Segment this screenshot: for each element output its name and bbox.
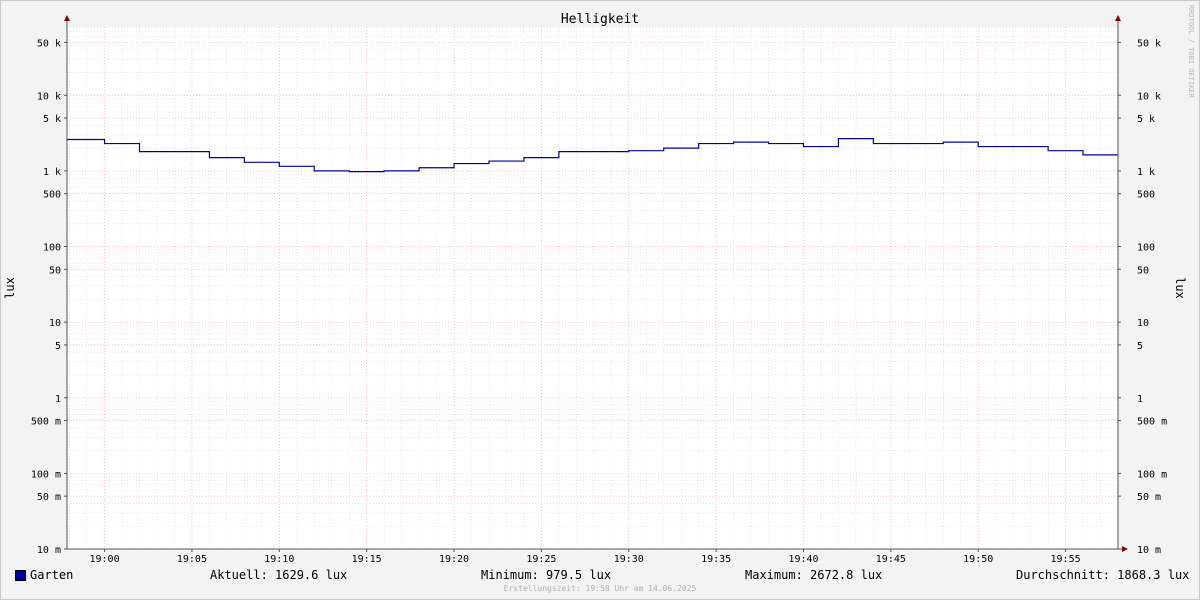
y-axis-arrow-right	[1115, 15, 1121, 21]
x-tick-label: 19:45	[876, 554, 906, 565]
y-tick-label-right: 5 k	[1137, 114, 1155, 125]
x-tick-label: 19:10	[264, 554, 294, 565]
x-tick-label: 19:35	[701, 554, 731, 565]
legend-current: Aktuell: 1629.6 lux	[210, 568, 348, 582]
legend-swatch	[15, 570, 26, 581]
y-tick-label-left: 50 m	[37, 492, 61, 503]
footer-timestamp: Erstellungszeit: 19:58 Uhr am 14.06.2025	[503, 584, 697, 593]
legend-maximum: Maximum: 2672.8 lux	[745, 568, 883, 582]
plot-area	[67, 27, 1118, 549]
y-tick-label-left: 100	[43, 243, 61, 254]
y-tick-label-left: 5	[55, 341, 61, 352]
watermark: RRDTOOL / TOBI OETIKER	[1187, 5, 1195, 99]
y-tick-label-right: 50	[1137, 265, 1149, 276]
y-tick-label-left: 50 k	[37, 38, 61, 49]
y-tick-label-right: 5	[1137, 341, 1143, 352]
y-tick-label-left: 10 k	[37, 91, 61, 102]
y-tick-label-left: 5 k	[43, 114, 61, 125]
x-tick-label: 19:40	[788, 554, 818, 565]
x-tick-label: 19:15	[352, 554, 382, 565]
y-tick-label-right: 100 m	[1137, 469, 1167, 480]
y-tick-label-left: 1	[55, 394, 61, 405]
legend-series-name: Garten	[30, 568, 74, 582]
legend-average: Durchschnitt: 1868.3 lux	[1016, 568, 1190, 582]
y-tick-label-left: 10 m	[37, 545, 61, 556]
x-tick-label: 19:25	[526, 554, 556, 565]
chart-svg: 50 k 50 k 10 k 10 k 5 k 5 k 1 k 1 k 500 500 100 100…	[3, 5, 1195, 565]
y-tick-label-right: 50 k	[1137, 38, 1161, 49]
y-tick-label-left: 500	[43, 190, 61, 201]
x-tick-label: 19:30	[614, 554, 644, 565]
y-tick-label-left: 500 m	[31, 417, 61, 428]
y-tick-label-right: 500	[1137, 190, 1155, 201]
y-tick-label-right: 1 k	[1137, 167, 1155, 178]
y-tick-label-left: 100 m	[31, 469, 61, 480]
legend-minimum: Minimum: 979.5 lux	[481, 568, 612, 582]
y-tick-label-left: 1 k	[43, 167, 61, 178]
y-tick-label-right: 50 m	[1137, 492, 1161, 503]
y-tick-label-right: 10 m	[1137, 545, 1161, 556]
y-tick-label-right: 100	[1137, 243, 1155, 254]
x-tick-label: 19:50	[963, 554, 993, 565]
x-tick-label: 19:05	[177, 554, 207, 565]
y-tick-label-right: 500 m	[1137, 417, 1167, 428]
x-tick-label: 19:00	[90, 554, 120, 565]
y-tick-label-right: 10	[1137, 318, 1149, 329]
y-axis-arrow-left	[64, 15, 70, 21]
x-axis-arrow	[1122, 546, 1128, 552]
y-axis-label-left: lux	[3, 277, 17, 299]
x-tick-label: 19:20	[439, 554, 469, 565]
y-tick-label-left: 50	[49, 265, 61, 276]
y-tick-label-left: 10	[49, 318, 61, 329]
y-tick-label-right: 1	[1137, 394, 1143, 405]
x-tick-label: 19:55	[1051, 554, 1081, 565]
y-tick-label-right: 10 k	[1137, 91, 1161, 102]
chart-title: Helligkeit	[561, 12, 639, 27]
y-axis-label-right: lux	[1173, 277, 1187, 299]
